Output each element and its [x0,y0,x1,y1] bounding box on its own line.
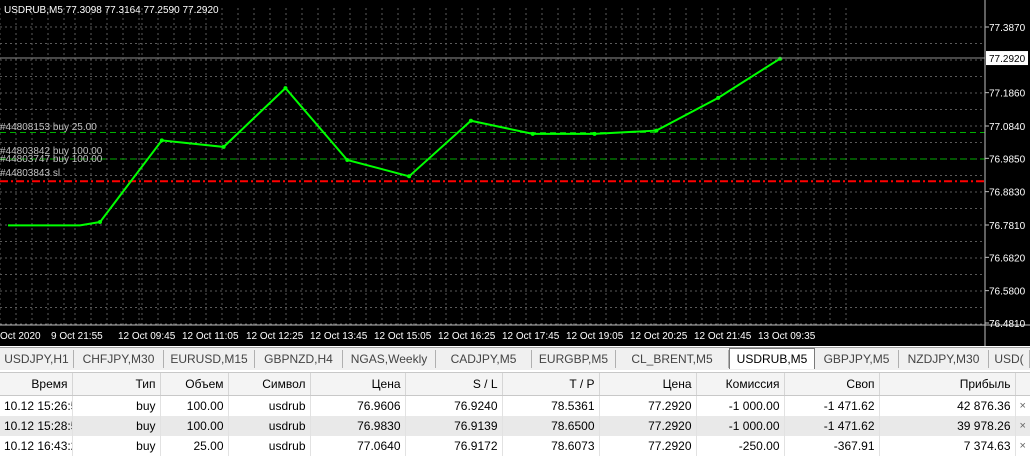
cell-price: 77.2920 [599,436,697,456]
trade-terminal: Время Тип Объем Символ Цена S / L T / P … [0,372,1030,457]
close-position-icon[interactable]: × [1015,416,1030,436]
cell-time: 10.12 15:28:57 [0,416,73,436]
cell-swap: -1 471.62 [784,395,880,416]
price-line [8,57,781,227]
cell-type: buy [72,416,161,436]
time-tick-label: 12 Oct 19:05 [566,331,624,342]
cell-sl: 76.9240 [405,395,503,416]
cell-volume: 100.00 [160,395,229,416]
cell-commission: -1 000.00 [696,416,785,436]
price-tick-label: 76.7810 [989,221,1026,232]
tab-chfjpy-m30[interactable]: CHFJPY,M30 [74,350,164,368]
cell-price: 77.2920 [599,395,697,416]
time-tick-label: 12 Oct 20:25 [630,331,688,342]
price-tick-label: 77.1860 [989,89,1026,100]
table-row[interactable]: 10.12 16:43:23 buy 25.00 usdrub 77.0640 … [0,436,1030,456]
tab-gbpnzd-h4[interactable]: GBPNZD,H4 [255,350,343,368]
tab-usd[interactable]: USD( [989,350,1030,368]
cell-price: 77.2920 [599,416,697,436]
time-tick-label: 12 Oct 16:25 [438,331,496,342]
col-swap-header[interactable]: Своп [784,373,880,396]
time-tick-label: Oct 2020 [0,331,41,342]
order-label: #44803747 buy 100.00 [0,154,103,165]
cell-symbol: usdrub [228,436,311,456]
cell-tp: 78.5361 [502,395,600,416]
time-tick-label: 12 Oct 17:45 [502,331,560,342]
col-sl-header[interactable]: S / L [405,373,503,396]
tab-usdrub-m5[interactable]: USDRUB,M5 [729,348,815,369]
tab-usdjpy-h1[interactable]: USDJPY,H1 [0,350,74,368]
order-label: #44808153 buy 25.00 [0,122,97,133]
tab-cadjpy-m5[interactable]: CADJPY,M5 [436,350,532,368]
cell-swap: -367.91 [784,436,880,456]
col-time-header[interactable]: Время [0,373,73,396]
tab-eurusd-m15[interactable]: EURUSD,M15 [164,350,255,368]
cell-commission: -250.00 [696,436,785,456]
cell-swap: -1 471.62 [784,416,880,436]
time-tick-label: 12 Oct 13:45 [310,331,368,342]
cell-symbol: usdrub [228,416,311,436]
symbol-header: USDRUB,M5 77.3098 77.3164 77.2590 77.292… [4,5,219,16]
col-profit-header[interactable]: Прибыль [879,373,1016,396]
col-close-header [1015,373,1030,396]
price-tick-label: 77.3870 [989,23,1026,34]
table-row[interactable]: 10.12 15:26:55 buy 100.00 usdrub 76.9606… [0,395,1030,416]
col-open-price-header[interactable]: Цена [310,373,406,396]
cell-open-price: 76.9606 [310,395,406,416]
col-symbol-header[interactable]: Символ [228,373,311,396]
time-tick-label: 12 Oct 21:45 [694,331,752,342]
price-chart[interactable]: 77.3870 77.1860 77.0840 76.9850 76.8830 76.78… [0,0,1030,346]
cell-time: 10.12 16:43:23 [0,436,73,456]
col-volume-header[interactable]: Объем [160,373,229,396]
cell-profit: 42 876.36 [879,395,1016,416]
time-tick-label: 12 Oct 09:45 [118,331,176,342]
time-tick-label: 13 Oct 09:35 [758,331,816,342]
col-tp-header[interactable]: T / P [502,373,600,396]
cell-volume: 25.00 [160,436,229,456]
cell-volume: 100.00 [160,416,229,436]
tab-gbpjpy-m5[interactable]: GBPJPY,M5 [815,350,899,368]
chart-tabs-bar: USDJPY,H1 CHFJPY,M30 EURUSD,M15 GBPNZD,H4 NG… [0,347,1030,370]
chart-canvas[interactable]: 77.3870 77.1860 77.0840 76.9850 76.8830 76.78… [0,0,1030,346]
cell-time: 10.12 15:26:55 [0,395,73,416]
price-tick-label: 76.6820 [989,253,1026,264]
cell-profit: 39 978.26 [879,416,1016,436]
cell-open-price: 76.9830 [310,416,406,436]
order-label: #44803843 sl [0,168,60,179]
time-tick-label: 12 Oct 11:05 [182,331,239,342]
col-price-header[interactable]: Цена [599,373,697,396]
cell-type: buy [72,395,161,416]
current-price-label: 77.2920 [989,54,1026,65]
col-type-header[interactable]: Тип [72,373,161,396]
cell-sl: 76.9139 [405,416,503,436]
price-tick-label: 76.5800 [989,287,1026,298]
close-position-icon[interactable]: × [1015,436,1030,456]
cell-commission: -1 000.00 [696,395,785,416]
cell-type: buy [72,436,161,456]
tab-cl-brent-m5[interactable]: CL_BRENT,M5 [616,350,729,368]
cell-open-price: 77.0640 [310,436,406,456]
trades-table: Время Тип Объем Символ Цена S / L T / P … [0,373,1030,456]
table-row[interactable]: 10.12 15:28:57 buy 100.00 usdrub 76.9830… [0,416,1030,436]
trades-header-row: Время Тип Объем Символ Цена S / L T / P … [0,373,1030,396]
cell-tp: 78.6073 [502,436,600,456]
cell-tp: 78.6500 [502,416,600,436]
time-tick-label: 9 Oct 21:55 [51,331,103,342]
cell-profit: 7 374.63 [879,436,1016,456]
close-position-icon[interactable]: × [1015,395,1030,416]
col-commission-header[interactable]: Комиссия [696,373,785,396]
price-tick-label: 76.9850 [989,154,1026,165]
tab-ngas-weekly[interactable]: NGAS,Weekly [343,350,436,368]
price-tick-label: 77.0840 [989,122,1026,133]
cell-sl: 76.9172 [405,436,503,456]
time-tick-label: 12 Oct 15:05 [374,331,432,342]
tab-nzdjpy-m30[interactable]: NZDJPY,M30 [899,350,989,368]
time-tick-label: 12 Oct 12:25 [246,331,304,342]
tab-eurgbp-m5[interactable]: EURGBP,M5 [532,350,616,368]
price-tick-label: 76.8830 [989,188,1026,199]
price-tick-label: 76.4810 [989,319,1026,330]
cell-symbol: usdrub [228,395,311,416]
